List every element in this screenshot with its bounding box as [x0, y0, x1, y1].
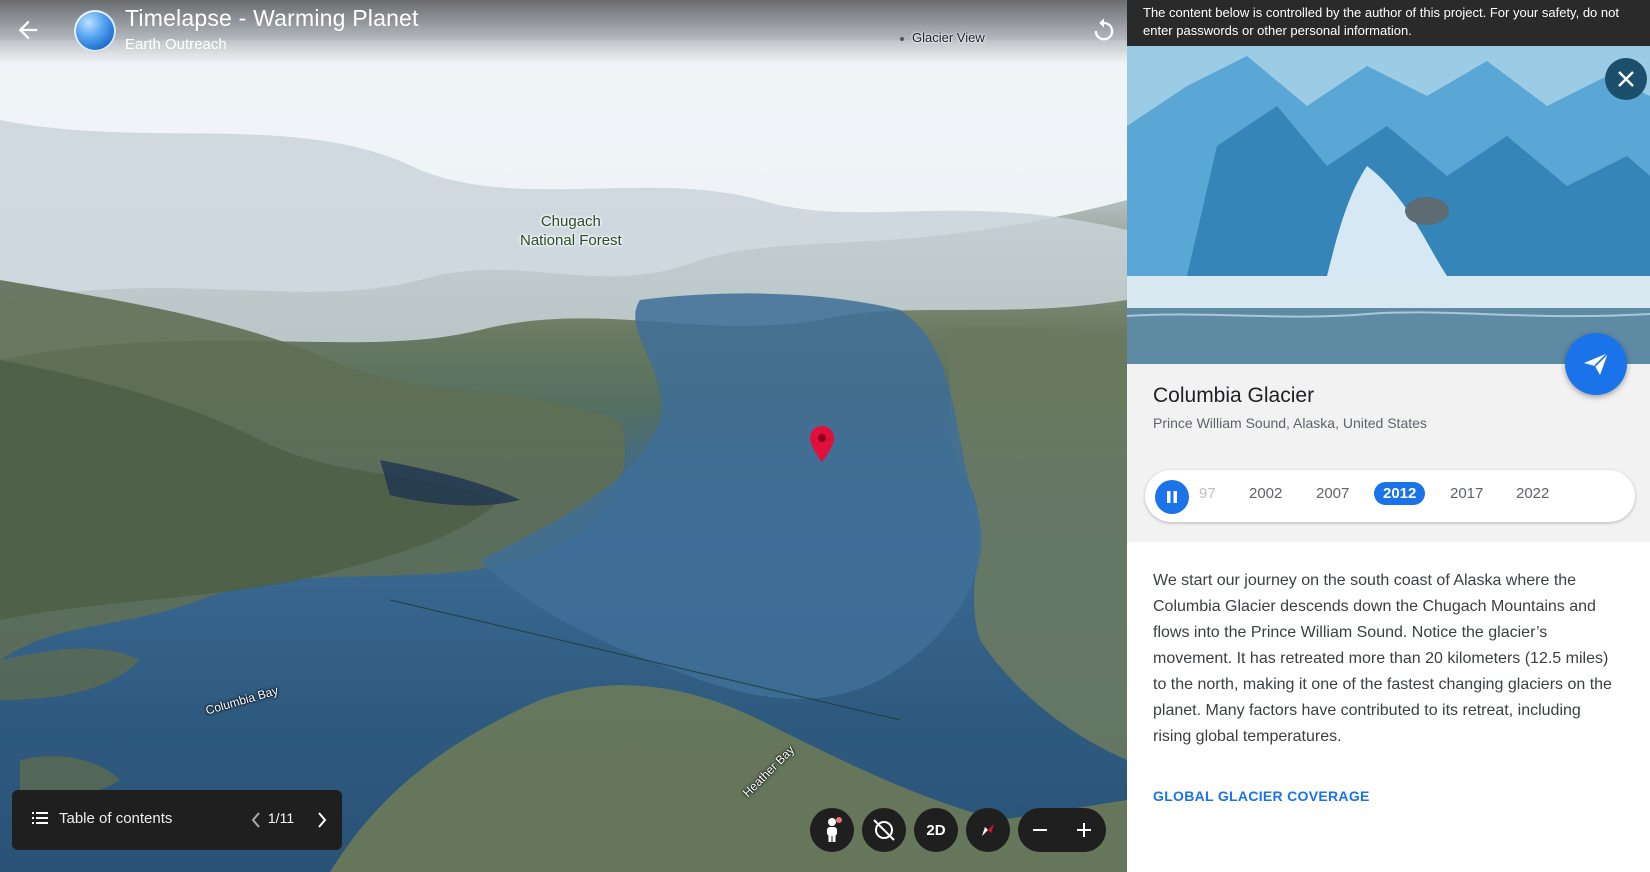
- plus-icon: [1077, 823, 1091, 837]
- toc-page-counter: 1/11: [267, 810, 295, 826]
- timelapse-year-selector: 97 2002 2007 2012 2017 2022: [1145, 470, 1635, 522]
- zoom-out-button[interactable]: [1018, 808, 1062, 852]
- no-tilt-icon: [873, 819, 895, 841]
- google-earth-logo-icon: [74, 10, 116, 52]
- close-panel-button[interactable]: [1605, 58, 1647, 100]
- pause-icon: [1167, 491, 1177, 503]
- project-author: Earth Outreach: [125, 36, 227, 53]
- zoom-in-button[interactable]: [1062, 808, 1106, 852]
- glacier-photo: [1127, 46, 1650, 364]
- minus-icon: [1033, 829, 1047, 831]
- global-glacier-coverage-link[interactable]: GLOBAL GLACIER COVERAGE: [1153, 788, 1370, 804]
- forest-label-line1: Chugach: [540, 213, 601, 230]
- year-option-2017[interactable]: 2017: [1450, 485, 1483, 502]
- forest-label-line2: National Forest: [520, 232, 622, 249]
- tilt-toggle-button[interactable]: [862, 808, 906, 852]
- location-pin-icon[interactable]: [810, 426, 834, 462]
- place-info-section: Columbia Glacier Prince William Sound, A…: [1127, 364, 1650, 542]
- view-mode-2d-button[interactable]: 2D: [914, 808, 958, 852]
- street-view-pegman-button[interactable]: [810, 808, 854, 852]
- map-label-chugach-forest: Chugach National Forest: [520, 212, 622, 250]
- chevron-left-icon[interactable]: [246, 808, 266, 832]
- app-root: Timelapse - Warming Planet Earth Outreac…: [0, 0, 1650, 872]
- year-option-2012-active[interactable]: 2012: [1374, 482, 1426, 505]
- table-of-contents-bar[interactable]: Table of contents 1/11: [12, 790, 342, 850]
- year-option-1997[interactable]: 97: [1199, 485, 1216, 502]
- close-icon: [1618, 71, 1634, 87]
- pegman-icon: [827, 817, 842, 842]
- chevron-right-icon[interactable]: [312, 808, 332, 832]
- compass-icon: [982, 824, 994, 836]
- place-title: Columbia Glacier: [1153, 384, 1315, 407]
- safety-notice: The content below is controlled by the a…: [1127, 0, 1650, 46]
- story-side-panel: The content below is controlled by the a…: [1127, 0, 1650, 872]
- year-option-2022[interactable]: 2022: [1516, 485, 1549, 502]
- back-arrow-icon[interactable]: [14, 16, 42, 44]
- send-icon: [1584, 352, 1609, 375]
- map-label-glacier-view: Glacier View: [900, 30, 985, 45]
- story-description: We start our journey on the south coast …: [1153, 572, 1612, 745]
- zoom-controls: [1018, 808, 1106, 852]
- project-title: Timelapse - Warming Planet: [125, 5, 419, 31]
- hero-image-glacier: [1127, 46, 1650, 364]
- year-option-2002[interactable]: 2002: [1249, 485, 1282, 502]
- year-option-2007[interactable]: 2007: [1316, 485, 1349, 502]
- restart-icon[interactable]: [1090, 16, 1118, 44]
- list-icon: [32, 812, 48, 824]
- place-subtitle: Prince William Sound, Alaska, United Sta…: [1153, 415, 1427, 431]
- share-button[interactable]: [1565, 333, 1627, 395]
- map-view[interactable]: Timelapse - Warming Planet Earth Outreac…: [0, 0, 1127, 872]
- terrain-imagery: [0, 40, 1127, 872]
- pause-button[interactable]: [1155, 480, 1189, 514]
- toc-label[interactable]: Table of contents: [59, 810, 172, 827]
- compass-button[interactable]: [966, 808, 1010, 852]
